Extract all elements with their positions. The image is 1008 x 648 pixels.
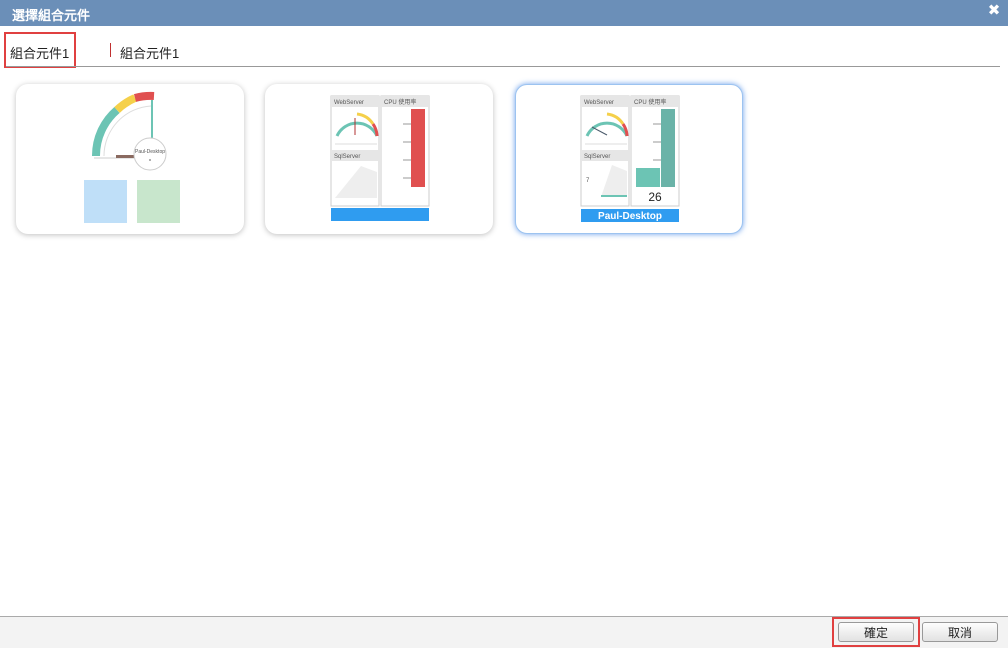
cpu-bar-red <box>411 109 425 187</box>
panel-subtitle-sqlserver: SqlServer <box>584 154 610 160</box>
cpu-bar-teal <box>636 168 660 187</box>
dialog-footer: 確定 取消 <box>0 616 1008 648</box>
panel-title-webserver: WebServer <box>334 100 364 106</box>
component-card-3[interactable]: WebServer SqlServer 7 CPU 使用率 26 Paul-De… <box>515 84 743 234</box>
cancel-button[interactable]: 取消 <box>922 622 998 642</box>
component-card-1[interactable]: Paul-Desktop <box>16 84 244 234</box>
panel-subtitle-sqlserver: SqlServer <box>334 154 360 160</box>
gauge-preview: Paul-Desktop <box>84 91 180 223</box>
close-icon[interactable]: ✖ <box>986 3 1002 19</box>
tab-divider <box>6 66 1000 67</box>
gauge-arc-red <box>133 91 155 102</box>
gauge-arc-yellow <box>114 94 137 113</box>
gauge-caption: Paul-Desktop <box>135 149 165 155</box>
tab-composite-1[interactable]: 組合元件1 <box>10 43 69 62</box>
dashboard-preview-red: WebServer SqlServer CPU 使用率 <box>330 95 430 221</box>
dashboard-preview-teal: WebServer SqlServer 7 CPU 使用率 26 Paul-De… <box>580 95 680 222</box>
dialog-title: 選擇組合元件 <box>12 8 91 23</box>
card-footer-bar <box>331 208 429 221</box>
panel-title-cpu: CPU 使用率 <box>384 98 416 106</box>
tab-bar: 組合元件1 組合元件1 <box>0 26 1008 68</box>
panel-title-cpu: CPU 使用率 <box>634 98 666 106</box>
dialog-titlebar: 選擇組合元件 ✖ <box>0 0 1008 26</box>
card-footer-label: Paul-Desktop <box>598 211 662 222</box>
confirm-button[interactable]: 確定 <box>838 622 914 642</box>
component-card-2[interactable]: WebServer SqlServer CPU 使用率 <box>265 84 493 234</box>
panel-title-webserver: WebServer <box>584 100 614 106</box>
tab-composite-2[interactable]: 組合元件1 <box>120 43 179 62</box>
green-tile <box>137 180 180 223</box>
tab-separator <box>110 43 111 57</box>
cpu-value: 26 <box>648 190 662 204</box>
gauge-arc-teal <box>91 106 120 157</box>
blue-tile <box>84 180 127 223</box>
